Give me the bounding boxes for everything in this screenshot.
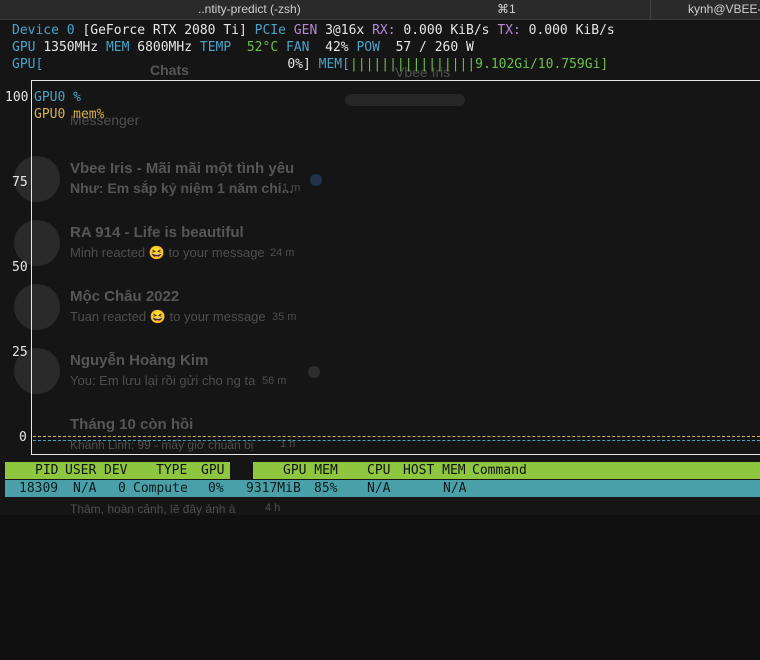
row-pid: 18309 — [19, 481, 59, 496]
gen-value: 3@16x — [325, 23, 365, 38]
gpu-usage-label: GPU[ — [12, 57, 44, 72]
legend-gpu-mem-percent: GPU0 mem% — [34, 107, 105, 122]
fan-value: 42% — [325, 40, 349, 55]
mem-clock-value: 6800MHz — [137, 40, 193, 55]
tab-divider — [650, 0, 651, 19]
row-user: N/A — [73, 481, 97, 496]
ghost-chat-preview: Thâm, hoàn cảnh, lẽ đây ảnh à — [70, 502, 236, 516]
process-row[interactable]: 18309 N/A 0 Compute 0% 9317MiB 85% N/A N… — [5, 480, 760, 497]
col-user[interactable]: USER — [65, 462, 96, 479]
row-gpu: 0% — [208, 481, 224, 496]
legend-gpu-percent: GPU0 % — [34, 90, 81, 105]
rx-value: 0.000 KiB/s — [403, 23, 490, 38]
mem-usage-label: MEM[ — [318, 57, 350, 72]
pow-value: 57 / 260 W — [395, 40, 474, 55]
pcie-label: PCIe — [254, 23, 286, 38]
col-cpu[interactable]: CPU — [367, 462, 390, 479]
rx-label: RX: — [372, 23, 396, 38]
gpu-percent-series-line — [33, 440, 760, 441]
row-cpu: N/A — [367, 481, 391, 496]
tab-shortcut: ⌘1 — [497, 2, 516, 16]
col-pid[interactable]: PID — [35, 462, 58, 479]
y-tick-100: 100 — [5, 90, 29, 105]
gen-label: GEN — [293, 23, 318, 38]
mem-usage-value: 9.102Gi/10.759Gi] — [475, 57, 609, 72]
usage-line: GPU[ 0%] MEM[||||||||||||||||9.102Gi/10.7… — [12, 56, 608, 73]
col-gpu[interactable]: GPU — [201, 462, 224, 479]
device-name: [GeForce RTX 2080 Ti] — [82, 23, 247, 38]
gpu-usage-plot — [31, 80, 760, 455]
temp-label: TEMP — [199, 40, 232, 55]
tab-title[interactable]: ..ntity-predict (-zsh) — [198, 2, 301, 16]
tx-value: 0.000 KiB/s — [528, 23, 615, 38]
tab-user-host[interactable]: kynh@VBEE-V — [688, 2, 760, 16]
gpu-usage-value: 0%] — [287, 57, 311, 72]
temp-value: 52°C — [246, 40, 279, 55]
gpu-clock-value: 1350MHz — [43, 40, 99, 55]
gpu-mem-series-line — [33, 436, 760, 437]
mem-clock-label: MEM — [105, 40, 130, 55]
row-gpu-mem-pct: 85% — [314, 481, 338, 496]
mem-usage-bars: |||||||||||||||| — [349, 57, 476, 72]
process-table-header: PID USER DEV TYPE GPU GPU MEM CPU HOST M… — [5, 462, 760, 479]
col-dev[interactable]: DEV — [104, 462, 127, 479]
y-tick-75: 75 — [12, 175, 28, 190]
terminal-window[interactable]: Chats Vbee Iris Messenger Vbee Iris - Mã… — [0, 20, 760, 516]
col-gpu-mem[interactable]: GPU MEM — [283, 462, 338, 479]
row-type: Compute — [133, 481, 188, 496]
y-tick-0: 0 — [19, 430, 27, 445]
terminal-tab-bar: ..ntity-predict (-zsh) ⌘1 kynh@VBEE-V — [0, 0, 760, 20]
gpu-clock-label: GPU — [12, 40, 36, 55]
y-tick-50: 50 — [12, 260, 28, 275]
col-command[interactable]: Command — [472, 462, 527, 479]
tx-label: TX: — [497, 23, 521, 38]
col-type[interactable]: TYPE — [156, 462, 187, 479]
fan-label: FAN — [285, 40, 310, 55]
pow-label: POW — [356, 40, 380, 55]
row-gpu-mem: 9317MiB — [246, 481, 301, 496]
row-dev: 0 — [118, 481, 126, 496]
device-info-line: Device 0 [GeForce RTX 2080 Ti] PCIe GEN … — [12, 22, 615, 39]
col-host-mem[interactable]: HOST MEM — [403, 462, 466, 479]
device-label: Device 0 — [12, 23, 75, 38]
y-tick-25: 25 — [12, 345, 28, 360]
ghost-chat-time: 4 h — [265, 502, 281, 514]
row-host-mem: N/A — [443, 481, 467, 496]
clock-info-line: GPU 1350MHz MEM 6800MHz TEMP 52°C FAN 42… — [12, 39, 474, 56]
